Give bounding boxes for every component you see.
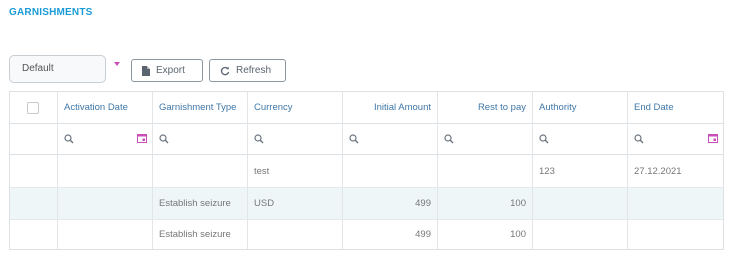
select-all-cell (10, 92, 58, 123)
cell-currency: USD (248, 188, 343, 219)
filter-rest-to-pay[interactable] (438, 123, 533, 154)
column-header-initial-amount[interactable]: Initial Amount (343, 92, 438, 123)
refresh-icon (220, 66, 230, 75)
table-row[interactable]: Establish seizure USD 499 100 (10, 188, 723, 220)
cell-activation-date (58, 220, 153, 249)
refresh-label: Refresh (236, 65, 272, 76)
column-header-currency[interactable]: Currency (248, 92, 343, 123)
cell-garnishment-type: Establish seizure (153, 188, 248, 219)
preset-dropdown-caret-icon[interactable] (114, 62, 120, 66)
page-title: GARNISHMENTS (9, 7, 93, 18)
search-icon (64, 133, 74, 143)
column-header-end-date[interactable]: End Date (628, 92, 723, 123)
filter-garnishment-type[interactable] (153, 123, 248, 154)
filter-initial-amount[interactable] (343, 123, 438, 154)
filter-row (10, 123, 723, 155)
cell-rest-to-pay: 100 (438, 220, 533, 249)
column-header-garnishment-type[interactable]: Garnishment Type (153, 92, 248, 123)
layout-preset-value: Default (22, 63, 54, 74)
select-all-checkbox[interactable] (27, 101, 39, 114)
filter-activation-date[interactable] (58, 123, 153, 154)
search-icon (159, 133, 169, 143)
filter-end-date[interactable] (628, 123, 723, 154)
refresh-button[interactable]: Refresh (209, 59, 286, 82)
row-select-cell[interactable] (10, 188, 58, 219)
cell-initial-amount: 499 (343, 188, 438, 219)
cell-rest-to-pay (438, 155, 533, 187)
search-icon (634, 133, 644, 143)
filter-currency[interactable] (248, 123, 343, 154)
search-icon (349, 133, 359, 143)
row-select-cell[interactable] (10, 220, 58, 249)
cell-rest-to-pay: 100 (438, 188, 533, 219)
export-label: Export (156, 65, 185, 76)
filter-cell-empty (10, 123, 58, 154)
cell-garnishment-type: Establish seizure (153, 220, 248, 249)
cell-activation-date (58, 155, 153, 187)
document-icon (142, 65, 150, 76)
table-header-row: Activation Date Garnishment Type Currenc… (10, 92, 723, 124)
calendar-icon[interactable] (708, 133, 718, 143)
cell-end-date (628, 188, 723, 219)
column-header-authority[interactable]: Authority (533, 92, 628, 123)
layout-preset-select[interactable]: Default (9, 55, 106, 83)
search-icon (254, 133, 264, 143)
cell-authority: 123 (533, 155, 628, 187)
export-button[interactable]: Export (131, 59, 203, 82)
search-icon (444, 133, 454, 143)
garnishments-table: Activation Date Garnishment Type Currenc… (9, 91, 724, 250)
cell-authority (533, 188, 628, 219)
cell-end-date (628, 220, 723, 249)
column-header-activation-date[interactable]: Activation Date (58, 92, 153, 123)
cell-initial-amount (343, 155, 438, 187)
cell-currency: test (248, 155, 343, 187)
search-icon (539, 133, 549, 143)
calendar-icon[interactable] (137, 133, 147, 143)
column-header-rest-to-pay[interactable]: Rest to pay (438, 92, 533, 123)
cell-garnishment-type (153, 155, 248, 187)
filter-authority[interactable] (533, 123, 628, 154)
cell-currency (248, 220, 343, 249)
cell-activation-date (58, 188, 153, 219)
cell-end-date: 27.12.2021 (634, 165, 682, 177)
cell-initial-amount: 499 (343, 220, 438, 249)
row-select-cell[interactable] (10, 155, 58, 187)
cell-authority (533, 220, 628, 249)
table-row[interactable]: Establish seizure 499 100 (10, 220, 723, 249)
table-row[interactable]: test 123 27.12.2021 (10, 155, 723, 188)
